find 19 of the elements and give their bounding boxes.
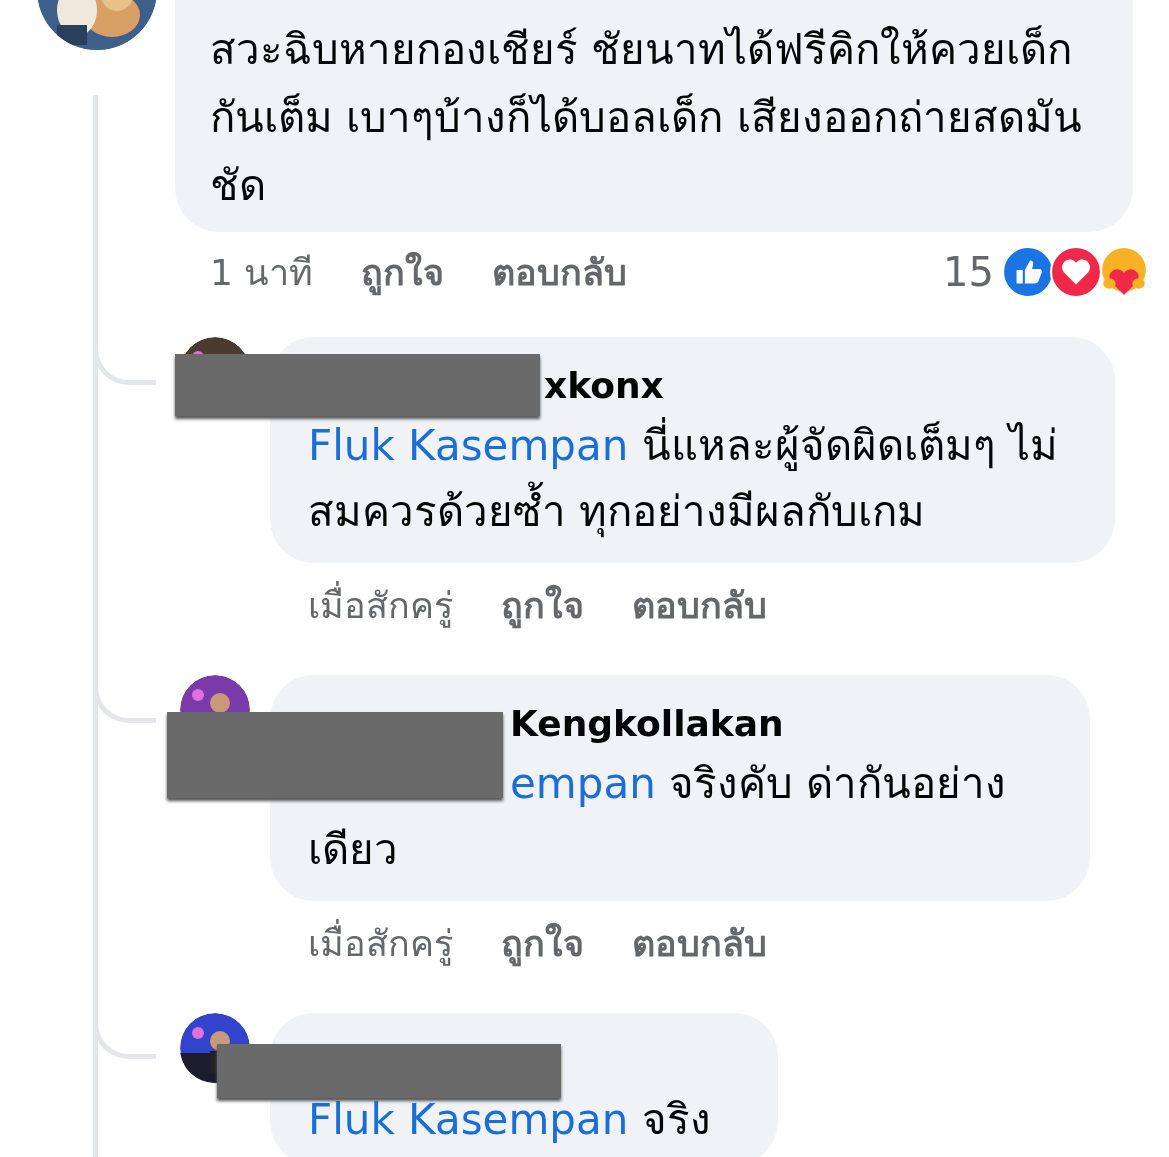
commenter-name[interactable]: xkonx (544, 364, 664, 406)
reply-link[interactable]: ตอบกลับ (632, 914, 767, 972)
comment-time: เมื่อสักครู่ (308, 914, 453, 972)
reply-text: Fluk Kasempan นี่แหละผู้จัดผิดเต็มๆ ไม่สมควรด้วยซ้ำ ทุกอย่างมีผลกับเกม (308, 413, 1085, 545)
mention-link[interactable]: empan (510, 759, 656, 808)
like-link[interactable]: ถูกใจ (501, 914, 584, 972)
commenter-name[interactable]: Kengkollakan (510, 702, 784, 744)
reaction-count: 15 (943, 249, 994, 295)
comment-time: เมื่อสักครู่ (308, 576, 453, 634)
mention-link[interactable]: Fluk Kasempan (308, 1095, 629, 1144)
reply-text: empan จริงคับ ด่ากันอย่างเดียว (308, 758, 1008, 876)
mention-link[interactable]: Fluk Kasempan (308, 421, 629, 470)
like-link[interactable]: ถูกใจ (501, 576, 584, 634)
reply-link[interactable]: ตอบกลับ (492, 243, 628, 301)
comment-time: 1 นาที (210, 250, 314, 295)
reply-link[interactable]: ตอบกลับ (632, 576, 767, 634)
thumbs-up-icon (1002, 246, 1054, 298)
like-link[interactable]: ถูกใจ (361, 243, 445, 301)
comment-text: สวะฉิบหายกองเชียร์ ชัยนาทได้ฟรีคิกให้ควยเด็กกันเต็ม เบาๆบ้างก็ได้บอลเด็ก เสียงออกถ่ายสดมันชัด (210, 24, 1083, 212)
